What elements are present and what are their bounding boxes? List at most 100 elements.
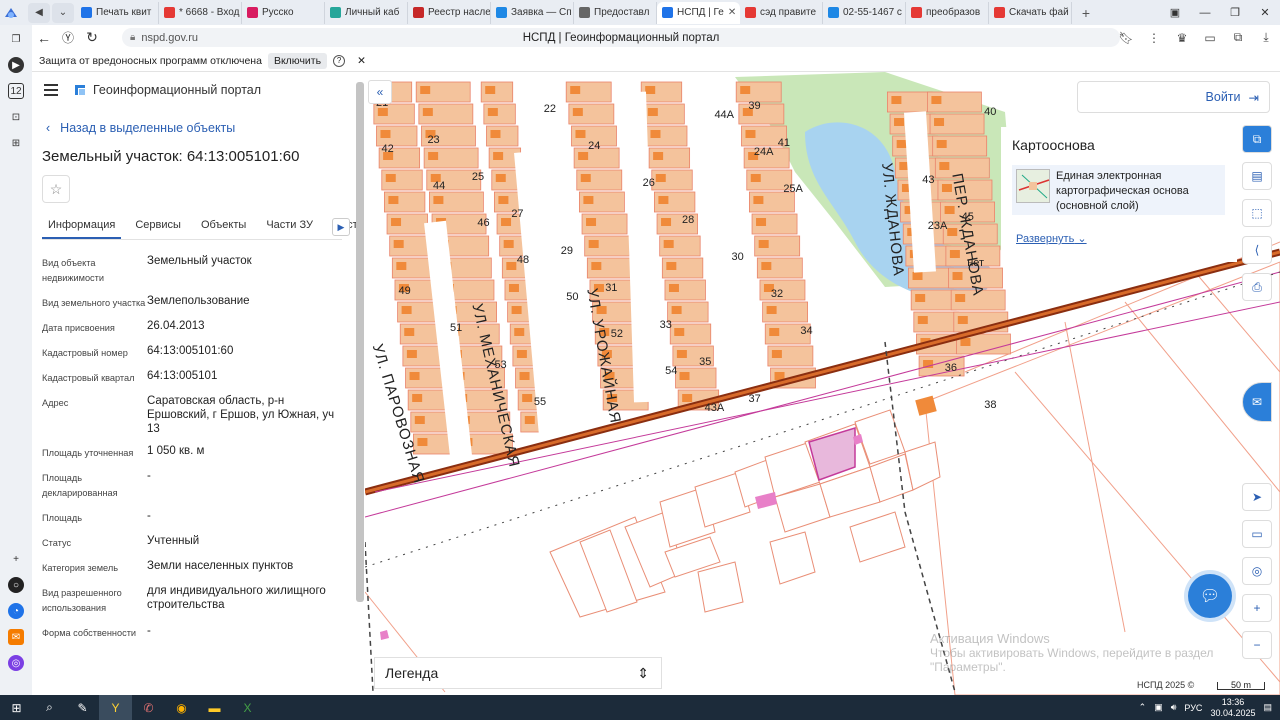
map-view[interactable]: УЛ. ПАРОВОЗНАЯ УЛ. МЕХАНИЧЕСКАЯ УЛ. УРОЖАЙ…: [365, 72, 1280, 695]
chrome-icon[interactable]: ◉: [165, 695, 198, 720]
building-block: [740, 86, 751, 94]
back-arrow-icon[interactable]: ←: [32, 25, 56, 50]
chat-bubble-icon[interactable]: 💬︎: [1188, 574, 1232, 618]
more-menu-icon[interactable]: ⋮: [1140, 31, 1168, 45]
property-value: Саратовская область, р-н Ершовский, г Ер…: [147, 395, 335, 435]
house-number-label: 43: [922, 174, 935, 186]
paint-icon[interactable]: ✎: [66, 695, 99, 720]
yandex-icon[interactable]: Ⓨ: [56, 25, 80, 50]
building-block: [661, 218, 672, 226]
enable-protection-button[interactable]: Включить: [267, 52, 328, 69]
tabs-scroll-right-icon[interactable]: ▶: [332, 218, 350, 236]
building-block: [388, 196, 399, 204]
property-row: Вид земельного участка Землепользование: [42, 294, 347, 311]
browser-tab[interactable]: 02-55-1467 с: [823, 1, 906, 24]
panel-tabs: ИнформацияСервисыОбъектыЧасти ЗУСоста: [42, 212, 364, 240]
add-icon[interactable]: +: [8, 551, 24, 567]
basemap-layer-item[interactable]: Единая электронная картографическая осно…: [1012, 165, 1225, 215]
building-block: [433, 196, 444, 204]
tab-list-chevron-icon[interactable]: ⌄: [52, 2, 74, 23]
back-to-selection-link[interactable]: ‹ Назад в выделенные объекты: [46, 121, 235, 135]
browser-tab[interactable]: сэд правите: [740, 1, 823, 24]
geolocation-icon[interactable]: ◎: [1242, 557, 1272, 585]
browser-tab[interactable]: Скачать фай: [989, 1, 1072, 24]
locate-icon[interactable]: ➤: [1242, 483, 1272, 511]
panel-tab[interactable]: Сервисы: [129, 212, 187, 239]
browser-tab[interactable]: Заявка — Сп: [491, 1, 574, 24]
support-chat-icon[interactable]: ✉: [1242, 382, 1272, 422]
building-block: [575, 130, 586, 138]
panel-tab[interactable]: Информация: [42, 212, 122, 239]
grid-icon[interactable]: ⊞: [8, 135, 24, 151]
building-block: [761, 262, 772, 270]
messenger-icon[interactable]: ◔: [8, 603, 24, 619]
browser-tab[interactable]: Реестр насле: [408, 1, 491, 24]
panel-tab[interactable]: Части ЗУ: [260, 212, 319, 239]
building-block: [955, 294, 966, 302]
print-icon[interactable]: ⎙: [1242, 273, 1272, 301]
reload-icon[interactable]: ↻: [80, 25, 104, 50]
minimap-icon[interactable]: ▭: [1242, 520, 1272, 548]
building-block: [756, 218, 767, 226]
zoom-in-icon[interactable]: +: [1242, 594, 1272, 622]
assistant-icon[interactable]: ◎: [8, 655, 24, 671]
browser-logo-icon[interactable]: [0, 0, 22, 25]
restore-icon[interactable]: ❐: [1220, 0, 1250, 25]
favorite-star-icon[interactable]: ☆: [42, 175, 70, 203]
layers-icon[interactable]: ⧉: [1242, 125, 1272, 153]
new-tab-icon[interactable]: +: [1076, 3, 1096, 23]
network-icon[interactable]: ▣: [1154, 702, 1163, 713]
excel-icon[interactable]: X: [231, 695, 264, 720]
building-block: [409, 372, 420, 380]
panel-tab[interactable]: Объекты: [195, 212, 252, 239]
mail-icon[interactable]: ✉: [8, 629, 24, 645]
menu-icon[interactable]: [44, 84, 58, 96]
volume-icon[interactable]: 🔊︎: [1171, 702, 1177, 713]
browser-tab[interactable]: Русско: [242, 1, 325, 24]
puzzle-icon[interactable]: ⧉: [1224, 30, 1252, 45]
extension-icon[interactable]: ♛: [1168, 31, 1196, 45]
close-window-icon[interactable]: ✕: [1250, 0, 1280, 25]
browser-tab[interactable]: НСПД | Ге ✕: [657, 1, 740, 24]
panel-scrollbar[interactable]: [356, 82, 364, 602]
collapse-panel-icon[interactable]: «: [368, 80, 392, 104]
notifications-icon[interactable]: ▤: [1263, 702, 1272, 713]
building-block: [417, 438, 428, 446]
search-icon[interactable]: ⌕: [33, 695, 66, 720]
legend-toggle[interactable]: Легенда ⇕: [374, 657, 662, 689]
download-icon[interactable]: ⤓: [1252, 30, 1280, 45]
copy-icon[interactable]: ❐: [8, 31, 24, 47]
house-number-label: 31: [605, 282, 618, 294]
alice-icon[interactable]: ○: [8, 577, 24, 593]
help-icon[interactable]: ?: [333, 54, 346, 67]
browser-tab[interactable]: Личный каб: [325, 1, 408, 24]
close-protection-icon[interactable]: ✕: [357, 55, 366, 67]
bookmark-icon[interactable]: 🔖︎: [1112, 31, 1140, 45]
tab-label: Скачать фай: [1009, 7, 1069, 18]
image-search-icon[interactable]: ⊡: [8, 109, 24, 125]
clock[interactable]: 13:36 30.04.2025: [1210, 697, 1255, 719]
browser-tab[interactable]: * 6668 - Вход: [159, 1, 242, 24]
browser-tab[interactable]: преобразов: [906, 1, 989, 24]
cap-icon[interactable]: ▭: [1196, 31, 1224, 45]
expand-link[interactable]: Развернуть ⌄: [1016, 232, 1087, 245]
tray-chevron-icon[interactable]: ⌃: [1139, 702, 1147, 713]
input-language[interactable]: РУС: [1184, 703, 1202, 713]
browser-tab[interactable]: Печать квит: [76, 1, 159, 24]
minimize-icon[interactable]: —: [1190, 0, 1220, 25]
calendar-icon[interactable]: 12: [8, 83, 24, 99]
url-field[interactable]: 🔒︎ nspd.gov.ru НСПД | Геоинформационный …: [122, 28, 1120, 47]
ruler-icon[interactable]: ▤: [1242, 162, 1272, 190]
browser-tab[interactable]: Предоставл: [574, 1, 657, 24]
select-area-icon[interactable]: ⬚: [1242, 199, 1272, 227]
building-block: [380, 130, 391, 138]
folder-icon[interactable]: ▬: [198, 695, 231, 720]
collections-icon[interactable]: ▣: [1160, 0, 1190, 25]
app-icon[interactable]: ✆: [132, 695, 165, 720]
start-icon[interactable]: ⊞: [0, 695, 33, 720]
close-tab-icon[interactable]: ✕: [728, 7, 736, 18]
share-icon[interactable]: ⟨: [1242, 236, 1272, 264]
play-icon[interactable]: ▶: [8, 57, 24, 73]
tab-audio-icon[interactable]: ◀: [28, 2, 50, 23]
yandex-browser-icon[interactable]: Y: [99, 695, 132, 720]
